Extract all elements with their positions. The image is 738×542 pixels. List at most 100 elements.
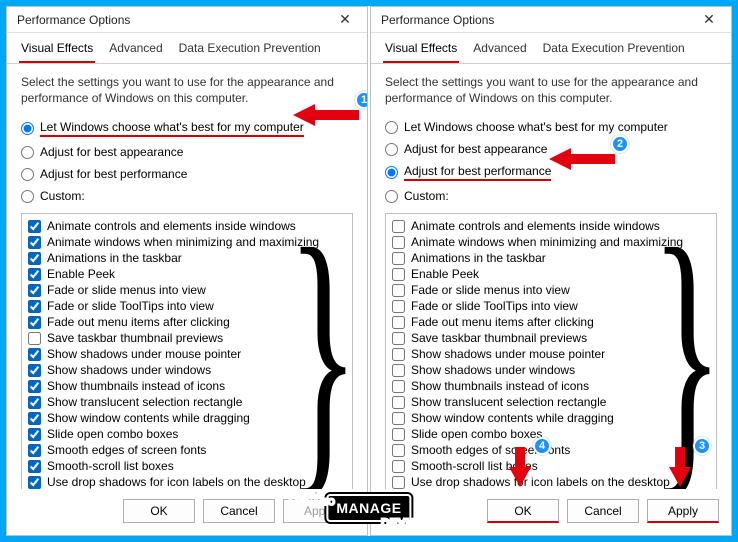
radio-custom[interactable]: Custom:: [21, 185, 353, 207]
apply-button[interactable]: Apply: [647, 499, 719, 523]
effect-checkbox[interactable]: [392, 284, 405, 297]
effect-checkbox[interactable]: [392, 236, 405, 249]
effect-checkbox[interactable]: [28, 396, 41, 409]
effect-checkbox[interactable]: [392, 364, 405, 377]
effect-row[interactable]: Enable Peek: [392, 266, 710, 282]
effect-row[interactable]: Show shadows under windows: [28, 362, 346, 378]
radio-input[interactable]: [21, 122, 34, 135]
effect-checkbox[interactable]: [28, 332, 41, 345]
effect-row[interactable]: Show shadows under mouse pointer: [392, 346, 710, 362]
effect-row[interactable]: Fade out menu items after clicking: [28, 314, 346, 330]
effect-checkbox[interactable]: [28, 316, 41, 329]
effect-checkbox[interactable]: [28, 380, 41, 393]
effect-row[interactable]: Smooth-scroll list boxes: [28, 458, 346, 474]
tab-visual-effects[interactable]: Visual Effects: [19, 37, 95, 63]
ok-button[interactable]: OK: [123, 499, 195, 523]
effects-list[interactable]: Animate controls and elements inside win…: [21, 213, 353, 489]
effect-row[interactable]: Show translucent selection rectangle: [392, 394, 710, 410]
effect-row[interactable]: Show shadows under mouse pointer: [28, 346, 346, 362]
radio-input[interactable]: [385, 143, 398, 156]
tab-dep[interactable]: Data Execution Prevention: [177, 37, 323, 63]
effect-checkbox[interactable]: [392, 268, 405, 281]
effect-row[interactable]: Show thumbnails instead of icons: [28, 378, 346, 394]
radio-custom[interactable]: Custom:: [385, 185, 717, 207]
effect-row[interactable]: Save taskbar thumbnail previews: [392, 330, 710, 346]
effect-row[interactable]: Save taskbar thumbnail previews: [28, 330, 346, 346]
radio-input[interactable]: [21, 168, 34, 181]
effect-row[interactable]: Animate windows when minimizing and maxi…: [392, 234, 710, 250]
effect-row[interactable]: Use drop shadows for icon labels on the …: [28, 474, 346, 489]
effect-row[interactable]: Slide open combo boxes: [28, 426, 346, 442]
radio-input[interactable]: [385, 121, 398, 134]
effect-checkbox[interactable]: [28, 428, 41, 441]
effect-row[interactable]: Animate controls and elements inside win…: [28, 218, 346, 234]
radio-best-performance[interactable]: Adjust for best performance: [385, 160, 717, 185]
cancel-button[interactable]: Cancel: [567, 499, 639, 523]
effect-checkbox[interactable]: [392, 396, 405, 409]
tab-visual-effects[interactable]: Visual Effects: [383, 37, 459, 63]
effect-checkbox[interactable]: [392, 476, 405, 489]
effect-checkbox[interactable]: [28, 460, 41, 473]
effect-row[interactable]: Smooth edges of screen fonts: [28, 442, 346, 458]
effect-row[interactable]: Slide open combo boxes: [392, 426, 710, 442]
effect-checkbox[interactable]: [392, 316, 405, 329]
effect-row[interactable]: Fade out menu items after clicking: [392, 314, 710, 330]
effect-row[interactable]: Fade or slide menus into view: [28, 282, 346, 298]
effect-row[interactable]: Show window contents while dragging: [28, 410, 346, 426]
effect-checkbox[interactable]: [28, 412, 41, 425]
effect-checkbox[interactable]: [392, 444, 405, 457]
effect-row[interactable]: Use drop shadows for icon labels on the …: [392, 474, 710, 489]
effect-checkbox[interactable]: [392, 220, 405, 233]
effect-checkbox[interactable]: [392, 252, 405, 265]
radio-best-appearance[interactable]: Adjust for best appearance: [21, 141, 353, 163]
effect-checkbox[interactable]: [392, 428, 405, 441]
effect-checkbox[interactable]: [28, 252, 41, 265]
radio-input[interactable]: [21, 146, 34, 159]
effect-row[interactable]: Show window contents while dragging: [392, 410, 710, 426]
effect-row[interactable]: Animations in the taskbar: [392, 250, 710, 266]
effect-checkbox[interactable]: [28, 364, 41, 377]
effect-row[interactable]: Fade or slide ToolTips into view: [392, 298, 710, 314]
radio-input[interactable]: [385, 166, 398, 179]
effect-checkbox[interactable]: [28, 300, 41, 313]
effect-checkbox[interactable]: [28, 268, 41, 281]
radio-best-appearance[interactable]: Adjust for best appearance: [385, 138, 717, 160]
effect-checkbox[interactable]: [392, 348, 405, 361]
effect-checkbox[interactable]: [392, 380, 405, 393]
effect-row[interactable]: Animate windows when minimizing and maxi…: [28, 234, 346, 250]
effect-row[interactable]: Enable Peek: [28, 266, 346, 282]
close-icon[interactable]: ✕: [693, 9, 725, 31]
effect-row[interactable]: Show shadows under windows: [392, 362, 710, 378]
effect-checkbox[interactable]: [28, 348, 41, 361]
effect-row[interactable]: Fade or slide menus into view: [392, 282, 710, 298]
close-icon[interactable]: ✕: [329, 9, 361, 31]
effect-row[interactable]: Animate controls and elements inside win…: [392, 218, 710, 234]
effect-checkbox[interactable]: [28, 476, 41, 489]
effects-list[interactable]: Animate controls and elements inside win…: [385, 213, 717, 489]
effect-row[interactable]: Smooth edges of screen fonts: [392, 442, 710, 458]
effect-checkbox[interactable]: [28, 444, 41, 457]
ok-button[interactable]: OK: [487, 499, 559, 523]
effect-checkbox[interactable]: [392, 460, 405, 473]
effect-row[interactable]: Show thumbnails instead of icons: [392, 378, 710, 394]
effect-row[interactable]: Fade or slide ToolTips into view: [28, 298, 346, 314]
effect-checkbox[interactable]: [392, 412, 405, 425]
effect-checkbox[interactable]: [28, 236, 41, 249]
effect-row[interactable]: Smooth-scroll list boxes: [392, 458, 710, 474]
effect-checkbox[interactable]: [28, 284, 41, 297]
radio-input[interactable]: [21, 190, 34, 203]
tab-advanced[interactable]: Advanced: [471, 37, 528, 63]
tab-dep[interactable]: Data Execution Prevention: [541, 37, 687, 63]
radio-let-windows-choose[interactable]: Let Windows choose what's best for my co…: [21, 116, 353, 141]
effect-row[interactable]: Animations in the taskbar: [28, 250, 346, 266]
effect-checkbox[interactable]: [28, 220, 41, 233]
cancel-button[interactable]: Cancel: [203, 499, 275, 523]
effect-label: Save taskbar thumbnail previews: [47, 331, 223, 345]
radio-best-performance[interactable]: Adjust for best performance: [21, 163, 353, 185]
radio-input[interactable]: [385, 190, 398, 203]
effect-checkbox[interactable]: [392, 300, 405, 313]
tab-advanced[interactable]: Advanced: [107, 37, 164, 63]
effect-checkbox[interactable]: [392, 332, 405, 345]
radio-let-windows-choose[interactable]: Let Windows choose what's best for my co…: [385, 116, 717, 138]
effect-row[interactable]: Show translucent selection rectangle: [28, 394, 346, 410]
